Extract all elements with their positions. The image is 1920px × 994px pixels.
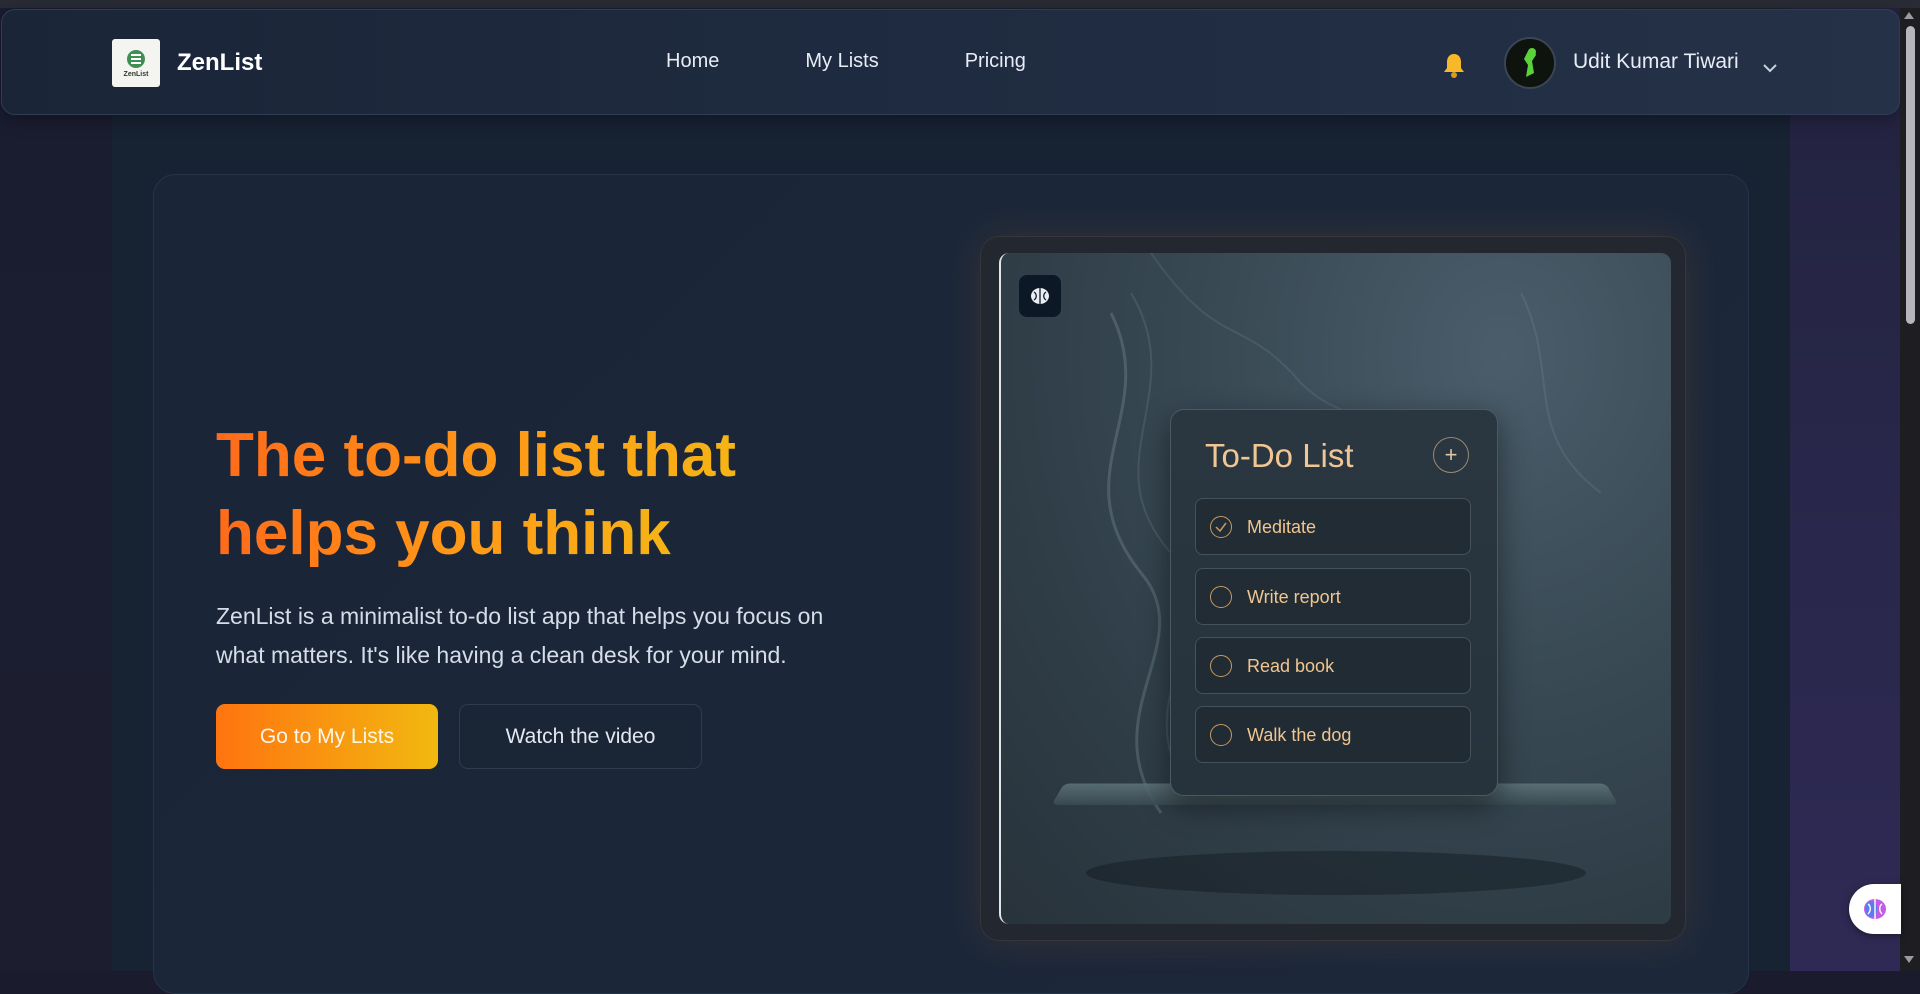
- hero-headline: The to-do list that helps you think: [216, 417, 916, 573]
- todo-title: To-Do List: [1205, 437, 1354, 474]
- brand[interactable]: ZenList ZenList: [112, 39, 262, 87]
- go-to-my-lists-button[interactable]: Go to My Lists: [216, 704, 438, 769]
- plus-icon: +: [1433, 437, 1469, 473]
- chevron-down-icon[interactable]: [1762, 60, 1778, 78]
- brain-icon: [1864, 899, 1886, 919]
- logo-text: ZenList: [123, 71, 149, 78]
- todo-item: Write report: [1195, 568, 1471, 625]
- description-line-2: what matters. It's like having a clean d…: [216, 642, 787, 668]
- logo-mark-icon: [127, 50, 145, 68]
- avatar[interactable]: [1504, 37, 1556, 89]
- navbar: ZenList ZenList Home My Lists Pricing Ud…: [1, 9, 1900, 115]
- nav-home[interactable]: Home: [666, 50, 719, 73]
- page-background-left: [0, 8, 112, 971]
- todo-item-label: Walk the dog: [1247, 725, 1352, 745]
- circle-icon: [1210, 724, 1232, 746]
- circle-icon: [1210, 586, 1232, 608]
- scroll-up-arrow-icon[interactable]: [1904, 12, 1914, 19]
- scroll-down-arrow-icon[interactable]: [1904, 956, 1914, 963]
- todo-item-label: Write report: [1247, 587, 1341, 607]
- todo-item: Walk the dog: [1195, 706, 1471, 763]
- assistant-widget-button[interactable]: [1849, 884, 1901, 934]
- hero-description: ZenList is a minimalist to-do list app t…: [216, 597, 896, 675]
- brand-name: ZenList: [177, 49, 263, 76]
- brain-icon: [1019, 275, 1061, 317]
- bell-icon[interactable]: [1439, 50, 1469, 80]
- user-name[interactable]: Udit Kumar Tiwari: [1573, 50, 1739, 74]
- circle-icon: [1210, 655, 1232, 677]
- todo-item: Meditate: [1195, 498, 1471, 555]
- todo-item: Read book: [1195, 637, 1471, 694]
- todo-item-label: Meditate: [1247, 517, 1317, 537]
- description-line-1: ZenList is a minimalist to-do list app t…: [216, 603, 824, 629]
- checked-circle-icon: [1210, 516, 1232, 538]
- nav-links: Home My Lists Pricing: [666, 50, 1026, 73]
- zenlist-logo: ZenList: [112, 39, 160, 87]
- headline-line-2: helps you think: [216, 499, 671, 568]
- page-background-right: [1790, 8, 1900, 971]
- scrollbar-thumb[interactable]: [1906, 26, 1915, 324]
- todo-item-label: Read book: [1247, 656, 1335, 676]
- headline-line-1: The to-do list that: [216, 421, 737, 490]
- nav-pricing[interactable]: Pricing: [965, 50, 1026, 73]
- nav-my-lists[interactable]: My Lists: [805, 50, 878, 73]
- watch-video-button[interactable]: Watch the video: [459, 704, 702, 769]
